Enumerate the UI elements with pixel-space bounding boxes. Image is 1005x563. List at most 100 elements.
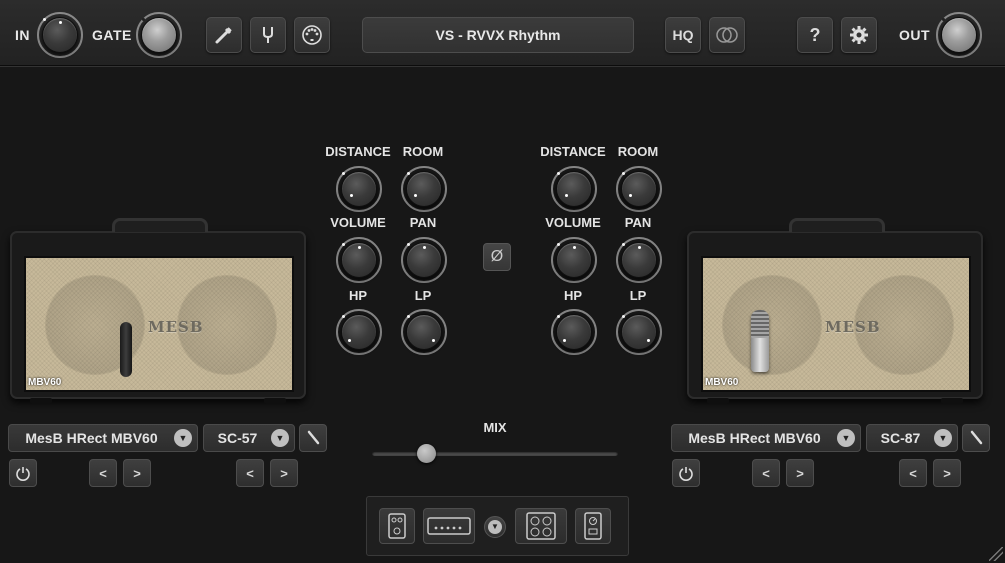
power-button-left[interactable] <box>9 459 37 487</box>
mic-edit-button-right[interactable] <box>962 424 990 452</box>
lp-label: LP <box>629 288 647 303</box>
input-label: IN <box>15 27 30 43</box>
lp-knob-right[interactable] <box>621 314 657 350</box>
mic-prev-button-right[interactable]: < <box>899 459 927 487</box>
pedal-module-button[interactable] <box>379 508 415 544</box>
settings-button[interactable] <box>841 17 877 53</box>
hq-button[interactable]: HQ <box>665 17 701 53</box>
top-bar: IN GATE VS - RVVX Rhythm HQ ? OUT <box>0 0 1005 66</box>
help-button[interactable]: ? <box>797 17 833 53</box>
cabinet-model-badge: MBV60 <box>28 377 62 388</box>
chevron-left-icon: < <box>762 465 770 481</box>
mic-edit-button-left[interactable] <box>299 424 327 452</box>
compare-button[interactable] <box>709 17 745 53</box>
condenser-mic[interactable] <box>751 310 769 372</box>
cabinet-name: MesB HRect MBV60 <box>688 430 821 446</box>
room-knob-left[interactable] <box>406 171 442 207</box>
cabinet-select-right[interactable]: MesB HRect MBV60 ▼ <box>671 424 861 452</box>
cabinet-foot <box>264 398 286 404</box>
mix-slider-track[interactable] <box>372 451 618 456</box>
lp-label: LP <box>414 288 432 303</box>
cabinet-next-button-left[interactable]: > <box>123 459 151 487</box>
cabinet-prev-button-left[interactable]: < <box>89 459 117 487</box>
power-button-right[interactable] <box>672 459 700 487</box>
gate-label: GATE <box>92 27 132 43</box>
chevron-right-icon: > <box>133 465 141 481</box>
cabinet-module-button[interactable] <box>515 508 567 544</box>
volume-knob-right[interactable] <box>556 242 592 278</box>
cabinet-next-button-right[interactable]: > <box>786 459 814 487</box>
cabinet-prev-button-right[interactable]: < <box>752 459 780 487</box>
chevron-down-icon: ▼ <box>488 520 502 534</box>
mic-next-button-left[interactable]: > <box>270 459 298 487</box>
tuner-button[interactable] <box>250 17 286 53</box>
volume-knob-left[interactable] <box>341 242 377 278</box>
distance-knob-right[interactable] <box>556 171 592 207</box>
cabinet-right: MESB MBV60 <box>687 218 983 404</box>
module-dropdown-button[interactable]: ▼ <box>484 516 506 538</box>
chevron-down-icon: ▼ <box>837 429 855 447</box>
help-icon: ? <box>809 24 821 45</box>
tuner-fork-icon <box>263 27 273 43</box>
amp-head-icon <box>427 517 471 535</box>
pedal-icon <box>388 513 406 539</box>
chevron-down-icon: ▼ <box>174 429 192 447</box>
input-settings-button[interactable] <box>206 17 242 53</box>
phase-invert-button[interactable]: Ø <box>483 243 511 271</box>
dynamic-mic[interactable] <box>120 322 132 377</box>
gear-icon <box>850 26 868 44</box>
resize-grip[interactable] <box>989 547 1003 561</box>
lp-knob-left[interactable] <box>406 314 442 350</box>
midi-button[interactable] <box>294 17 330 53</box>
input-knob[interactable] <box>42 17 78 53</box>
cabinet-icon <box>526 512 556 540</box>
amp-module-button[interactable] <box>423 508 475 544</box>
cabinet-foot <box>707 398 729 404</box>
cabinet-foot <box>30 398 52 404</box>
chevron-left-icon: < <box>909 465 917 481</box>
pan-label: PAN <box>409 215 437 230</box>
power-icon <box>16 467 30 481</box>
cabinet-name: MesB HRect MBV60 <box>25 430 158 446</box>
mic-next-button-right[interactable]: > <box>933 459 961 487</box>
room-knob-right[interactable] <box>621 171 657 207</box>
chevron-right-icon: > <box>280 465 288 481</box>
cabinet-left: MESB MBV60 <box>10 218 306 404</box>
pan-knob-right[interactable] <box>621 242 657 278</box>
phase-icon: Ø <box>490 248 504 265</box>
chevron-down-icon: ▼ <box>934 429 952 447</box>
cabinet-select-left[interactable]: MesB HRect MBV60 ▼ <box>8 424 198 452</box>
preset-selector[interactable]: VS - RVVX Rhythm <box>362 17 634 53</box>
mix-slider-thumb[interactable] <box>416 444 436 463</box>
room-label: ROOM <box>617 144 659 159</box>
mix-label: MIX <box>483 420 507 435</box>
compare-icon <box>716 27 738 43</box>
rack-module-button[interactable] <box>575 508 611 544</box>
module-selector: ▼ <box>366 496 629 556</box>
distance-knob-left[interactable] <box>341 171 377 207</box>
mic-select-right[interactable]: SC-87 ▼ <box>866 424 958 452</box>
chevron-left-icon: < <box>246 465 254 481</box>
rack-unit-icon <box>584 512 602 540</box>
room-label: ROOM <box>402 144 444 159</box>
mic-name: SC-87 <box>880 430 921 446</box>
gate-knob[interactable] <box>141 17 177 53</box>
guitar-cable-icon <box>215 27 232 44</box>
mic-select-left[interactable]: SC-57 ▼ <box>203 424 295 452</box>
midi-icon <box>302 25 322 45</box>
chevron-down-icon: ▼ <box>271 429 289 447</box>
cabinet-brand: MESB <box>825 318 881 336</box>
hq-label: HQ <box>672 27 694 43</box>
cabinet-grill: MESB MBV60 <box>24 256 294 392</box>
output-knob[interactable] <box>941 17 977 53</box>
chevron-right-icon: > <box>796 465 804 481</box>
cabinet-handle <box>789 218 885 232</box>
cabinet-model-badge: MBV60 <box>705 377 739 388</box>
hp-knob-right[interactable] <box>556 314 592 350</box>
power-icon <box>679 467 693 481</box>
pan-knob-left[interactable] <box>406 242 442 278</box>
mic-prev-button-left[interactable]: < <box>236 459 264 487</box>
hp-knob-left[interactable] <box>341 314 377 350</box>
cabinet-brand: MESB <box>148 318 204 336</box>
output-label: OUT <box>899 27 931 43</box>
